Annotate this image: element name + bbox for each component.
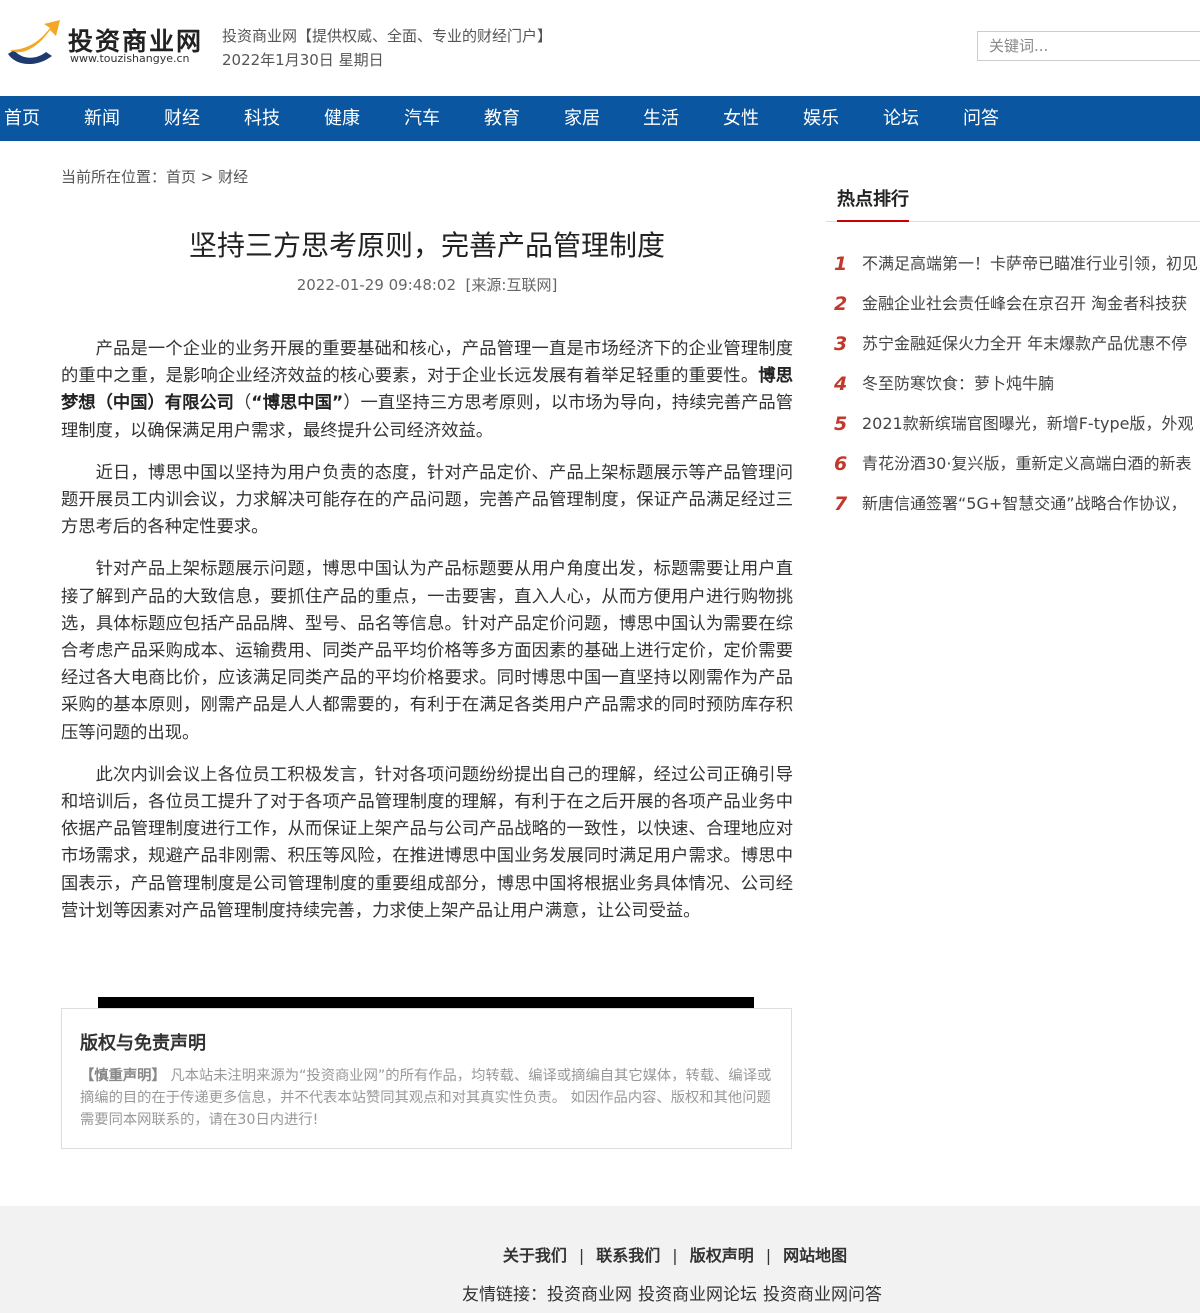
footer-link-sitemap[interactable]: 网站地图 <box>783 1246 847 1265</box>
paragraph-text: （ <box>233 393 252 414</box>
hot-list-item[interactable]: 5 2021款新缤瑞官图曝光，新增F-type版，外观 <box>826 404 1200 444</box>
friend-links: 友情链接：投资商业网 投资商业网论坛 投资商业网问答 <box>0 1280 1200 1305</box>
nav-item-life[interactable]: 生活 <box>643 96 679 141</box>
current-date: 2022年1月30日 星期日 <box>222 51 384 69</box>
breadcrumb-prefix: 当前所在位置： <box>61 168 167 186</box>
hot-ranking-header: 热点排行 <box>826 188 1200 222</box>
breadcrumb-home-link[interactable]: 首页 <box>166 168 196 186</box>
hot-item-title[interactable]: 苏宁金融延保火力全开 年末爆款产品优惠不停 <box>862 324 1187 364</box>
article-paragraph: 此次内训会议上各位员工积极发言，针对各项问题纷纷提出自己的理解，经过公司正确引导… <box>61 764 793 921</box>
friend-link[interactable]: 投资商业网 <box>547 1285 632 1305</box>
site-header: 投资商业网 www.touzishangye.cn 投资商业网【提供权威、全面、… <box>0 0 1200 96</box>
nav-item-home[interactable]: 首页 <box>4 96 40 141</box>
footer-separator: | <box>672 1246 678 1265</box>
logo-url: www.touzishangye.cn <box>70 52 190 65</box>
paragraph-text: 产品是一个企业的业务开展的重要基础和核心，产品管理一直是市场经济下的企业管理制度… <box>61 339 793 387</box>
nav-item-qa[interactable]: 问答 <box>963 96 999 141</box>
rank-number: 6 <box>834 453 848 475</box>
copyright-disclaimer: 版权与免责声明 【慎重声明】 凡本站未注明来源为“投资商业网”的所有作品，均转载… <box>61 1008 792 1149</box>
hot-item-title[interactable]: 冬至防寒饮食：萝卜炖牛腩 <box>862 364 1054 404</box>
article-title: 坚持三方思考原则，完善产品管理制度 <box>188 229 665 262</box>
article-paragraph: 近日，博思中国以坚持为用户负责的态度，针对产品定价、产品上架标题展示等产品管理问… <box>61 462 793 538</box>
nav-item-education[interactable]: 教育 <box>484 96 520 141</box>
hot-list-item[interactable]: 1 不满足高端第一！卡萨帝已瞄准行业引领，初见 <box>826 244 1200 284</box>
friend-links-label: 友情链接： <box>462 1285 547 1305</box>
hot-item-title[interactable]: 不满足高端第一！卡萨帝已瞄准行业引领，初见 <box>862 244 1198 284</box>
site-logo[interactable]: 投资商业网 www.touzishangye.cn <box>6 14 206 74</box>
article-body: 产品是一个企业的业务开展的重要基础和核心，产品管理一直是市场经济下的企业管理制度… <box>61 336 793 940</box>
hot-item-title[interactable]: 青花汾酒30·复兴版，重新定义高端白酒的新表 <box>862 444 1191 484</box>
hot-list-item[interactable]: 4 冬至防寒饮食：萝卜炖牛腩 <box>826 364 1200 404</box>
article-meta: 2022-01-29 09:48:02 [来源:互联网] <box>296 276 558 294</box>
rank-number: 4 <box>834 373 848 395</box>
hot-item-title[interactable]: 2021款新缤瑞官图曝光，新增F-type版，外观 <box>862 404 1193 444</box>
company-short-name: “博思中国” <box>251 393 344 414</box>
nav-item-women[interactable]: 女性 <box>723 96 759 141</box>
site-tagline: 投资商业网【提供权威、全面、专业的财经门户】 <box>222 27 553 45</box>
footer-separator: | <box>578 1246 585 1265</box>
rank-number: 3 <box>834 333 848 355</box>
hot-list-item[interactable]: 6 青花汾酒30·复兴版，重新定义高端白酒的新表 <box>826 444 1200 484</box>
hot-item-title[interactable]: 新唐信通签署“5G+智慧交通”战略合作协议， <box>862 484 1187 524</box>
article-paragraph: 针对产品上架标题展示问题，博思中国认为产品标题要从用户角度出发，标题需要让用户直… <box>61 559 793 743</box>
article-paragraph: 产品是一个企业的业务开展的重要基础和核心，产品管理一直是市场经济下的企业管理制度… <box>61 336 793 445</box>
footer-links: 关于我们 | 联系我们 | 版权声明 | 网站地图 <box>0 1242 1200 1266</box>
hot-ranking-title: 热点排行 <box>837 188 909 222</box>
footer-separator: | <box>765 1246 772 1265</box>
breadcrumb-separator: > <box>196 168 219 186</box>
logo-swoosh-icon <box>8 20 60 65</box>
friend-link[interactable]: 投资商业网论坛 <box>638 1285 757 1305</box>
rank-number: 7 <box>834 493 848 515</box>
nav-item-news[interactable]: 新闻 <box>84 96 120 141</box>
hot-list-item[interactable]: 2 金融企业社会责任峰会在京召开 淘金者科技获 <box>826 284 1200 324</box>
friend-link[interactable]: 投资商业网问答 <box>763 1285 882 1305</box>
breadcrumb: 当前所在位置：首页 > 财经 <box>61 166 248 187</box>
site-footer: 关于我们 | 联系我们 | 版权声明 | 网站地图 友情链接：投资商业网 投资商业网论坛 投资商… <box>0 1206 1200 1313</box>
hot-item-title[interactable]: 金融企业社会责任峰会在京召开 淘金者科技获 <box>862 284 1187 324</box>
hot-list-item[interactable]: 3 苏宁金融延保火力全开 年末爆款产品优惠不停 <box>826 324 1200 364</box>
nav-item-home-furnishing[interactable]: 家居 <box>564 96 600 141</box>
disclaimer-title: 版权与免责声明 <box>80 1033 206 1054</box>
disclaimer-text: 【慎重声明】 凡本站未注明来源为“投资商业网”的所有作品，均转载、编译或摘编自其… <box>80 1065 775 1131</box>
main-nav: 首页 新闻 财经 科技 健康 汽车 教育 家居 生活 女性 娱乐 论坛 问答 <box>0 96 1200 141</box>
search-input[interactable] <box>977 31 1200 61</box>
footer-link-copyright[interactable]: 版权声明 <box>690 1246 754 1265</box>
nav-item-entertainment[interactable]: 娱乐 <box>803 96 839 141</box>
rank-number: 5 <box>834 413 848 435</box>
hot-list-item[interactable]: 7 新唐信通签署“5G+智慧交通”战略合作协议， <box>826 484 1200 524</box>
nav-item-finance[interactable]: 财经 <box>164 96 200 141</box>
footer-link-about[interactable]: 关于我们 <box>503 1246 567 1265</box>
nav-item-auto[interactable]: 汽车 <box>404 96 440 141</box>
nav-item-health[interactable]: 健康 <box>324 96 360 141</box>
disclaimer-label: 【慎重声明】 <box>80 1068 166 1084</box>
rank-number: 2 <box>834 293 848 315</box>
site-info: 投资商业网【提供权威、全面、专业的财经门户】 2022年1月30日 星期日 <box>222 24 552 72</box>
footer-link-contact[interactable]: 联系我们 <box>596 1246 660 1265</box>
nav-item-tech[interactable]: 科技 <box>244 96 280 141</box>
disclaimer-body: 凡本站未注明来源为“投资商业网”的所有作品，均转载、编译或摘编自其它媒体，转载、… <box>80 1068 772 1128</box>
hot-ranking-list: 1 不满足高端第一！卡萨帝已瞄准行业引领，初见 2 金融企业社会责任峰会在京召开 淘… <box>826 244 1200 524</box>
nav-item-forum[interactable]: 论坛 <box>883 96 919 141</box>
breadcrumb-current-link[interactable]: 财经 <box>218 168 248 186</box>
rank-number: 1 <box>834 253 848 275</box>
